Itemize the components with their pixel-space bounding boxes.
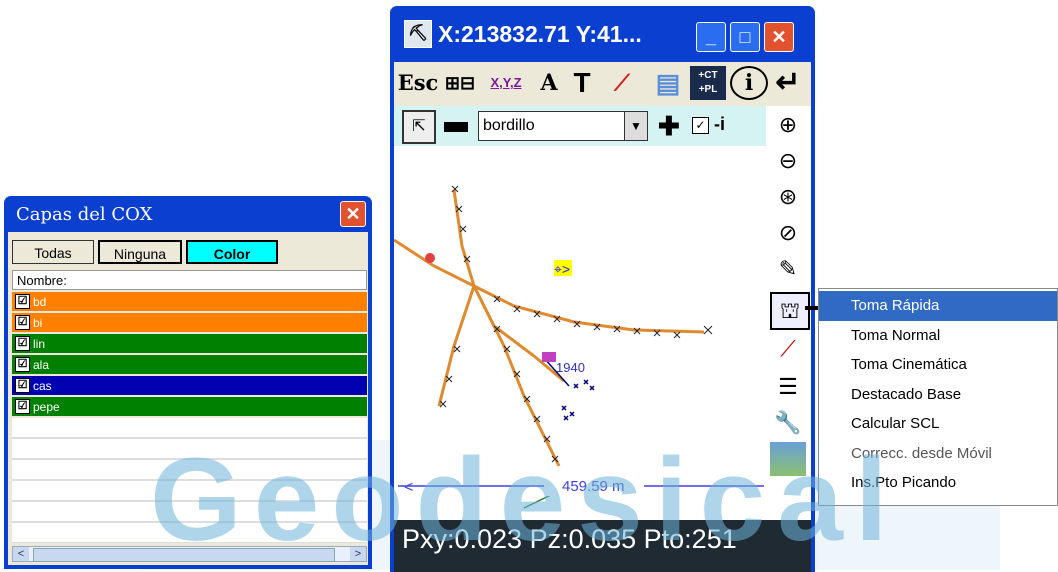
layer-checkbox[interactable]: ☑ [15,399,30,414]
chevron-down-icon[interactable]: ▼ [624,112,647,140]
add-code-button[interactable]: ✚ [658,112,680,140]
layers-title: Capas del COX [16,203,153,225]
all-layers-button[interactable]: Todas [12,240,94,264]
menu-item-destacado-base[interactable]: Destacado Base [819,380,1057,410]
layer-name: pepe [33,399,60,414]
watermark-text: Geodesical [150,434,900,566]
layer-checkbox[interactable]: ☑ [15,357,30,372]
coordinates-title: X:213832.71 Y:41... [438,20,642,47]
code-select-value: bordillo [483,117,535,134]
zoom-in-icon[interactable]: ⊕ [770,108,806,142]
stakeout-icon[interactable]: ⟋ [770,332,806,366]
zoom-extents-icon[interactable]: ⊛ [770,180,806,214]
target-symbol: ⌖> [554,261,570,277]
layer-list: ☑ bd ☑ bi ☑ lin ☑ ala ☑ cas ☑ pepe [12,292,367,418]
laser-icon[interactable]: ⟋ [600,66,644,100]
layer-row-bd[interactable]: ☑ bd [12,292,367,311]
layer-checkbox[interactable]: ☑ [15,378,30,393]
menu-item-toma-rapida[interactable]: Toma Rápida [819,291,1057,321]
layer-row-lin[interactable]: ☑ lin [12,334,367,353]
xyz-button[interactable]: X,Y,Z [480,66,532,100]
points-grid-icon[interactable]: ⊞⊟ [442,66,478,100]
menu-item-toma-cinematica[interactable]: Toma Cinemática [819,350,1057,380]
draw-line-icon[interactable]: ✎ [770,252,806,286]
selected-point [542,352,556,362]
invert-label[interactable]: -i [714,114,725,135]
esc-button[interactable]: Esc [396,66,440,100]
zoom-out-icon[interactable]: ⊖ [770,144,806,178]
survey-crosses [439,185,713,463]
layer-name: bi [33,315,43,330]
point-label: 1940 [556,360,585,375]
notes-icon[interactable]: ☰ [770,370,806,404]
layers-close-button[interactable]: ✕ [340,201,366,227]
code-checkbox[interactable]: ✓ [692,117,709,134]
layer-name: cas [33,378,52,393]
menu-item-toma-normal[interactable]: Toma Normal [819,321,1057,351]
main-toolbar: Esc ⊞⊟ X,Y,Z A T ⟋ ▤ +CT +PL i ↵ [394,62,811,106]
start-point-marker [425,253,435,263]
layer-row-bi[interactable]: ☑ bi [12,313,367,332]
scroll-left-icon[interactable]: < [13,547,29,561]
layer-row-ala[interactable]: ☑ ala [12,355,367,374]
right-toolbar: ⊕ ⊖ ⊛ ⊘ ✎ ⛫ ⟋ ☰ 🔧 [766,106,811,486]
close-button[interactable]: ✕ [764,22,794,52]
no-layers-button[interactable]: Ninguna [98,240,182,264]
remove-code-button[interactable] [444,122,468,132]
code-toolbar: ⇱ bordillo ▼ ✚ ✓ -i [394,106,766,146]
app-icon: ⛏ [404,20,432,48]
layer-row-cas[interactable]: ☑ cas [12,376,367,395]
layers-titlebar: Capas del COX [8,196,368,232]
name-column-header: Nombre: [12,270,367,290]
road-lines [394,189,705,467]
color-button[interactable]: Color [186,240,278,264]
layer-name: ala [33,357,50,372]
minimize-button[interactable]: _ [696,22,726,52]
layer-checkbox[interactable]: ☑ [15,336,30,351]
layer-name: bd [33,294,47,309]
computer-icon[interactable]: ▤ [646,66,690,100]
ct-pl-button[interactable]: +CT +PL [690,66,726,100]
code-select[interactable]: bordillo ▼ [478,111,648,141]
pole-button[interactable]: T [566,66,598,100]
survey-mode-icon[interactable]: ⛫ [770,292,810,330]
enter-button[interactable]: ↵ [768,66,808,100]
layer-row-pepe[interactable]: ☑ pepe [12,397,367,416]
text-tool-button[interactable]: A [532,66,566,100]
zoom-window-icon[interactable]: ⊘ [770,216,806,250]
layer-name: lin [33,336,46,351]
maximize-button[interactable]: □ [730,22,760,52]
layer-checkbox[interactable]: ☑ [15,294,30,309]
edit-pointer-icon[interactable]: ⇱ [402,110,436,144]
info-button[interactable]: i [730,66,768,100]
layer-checkbox[interactable]: ☑ [15,315,30,330]
